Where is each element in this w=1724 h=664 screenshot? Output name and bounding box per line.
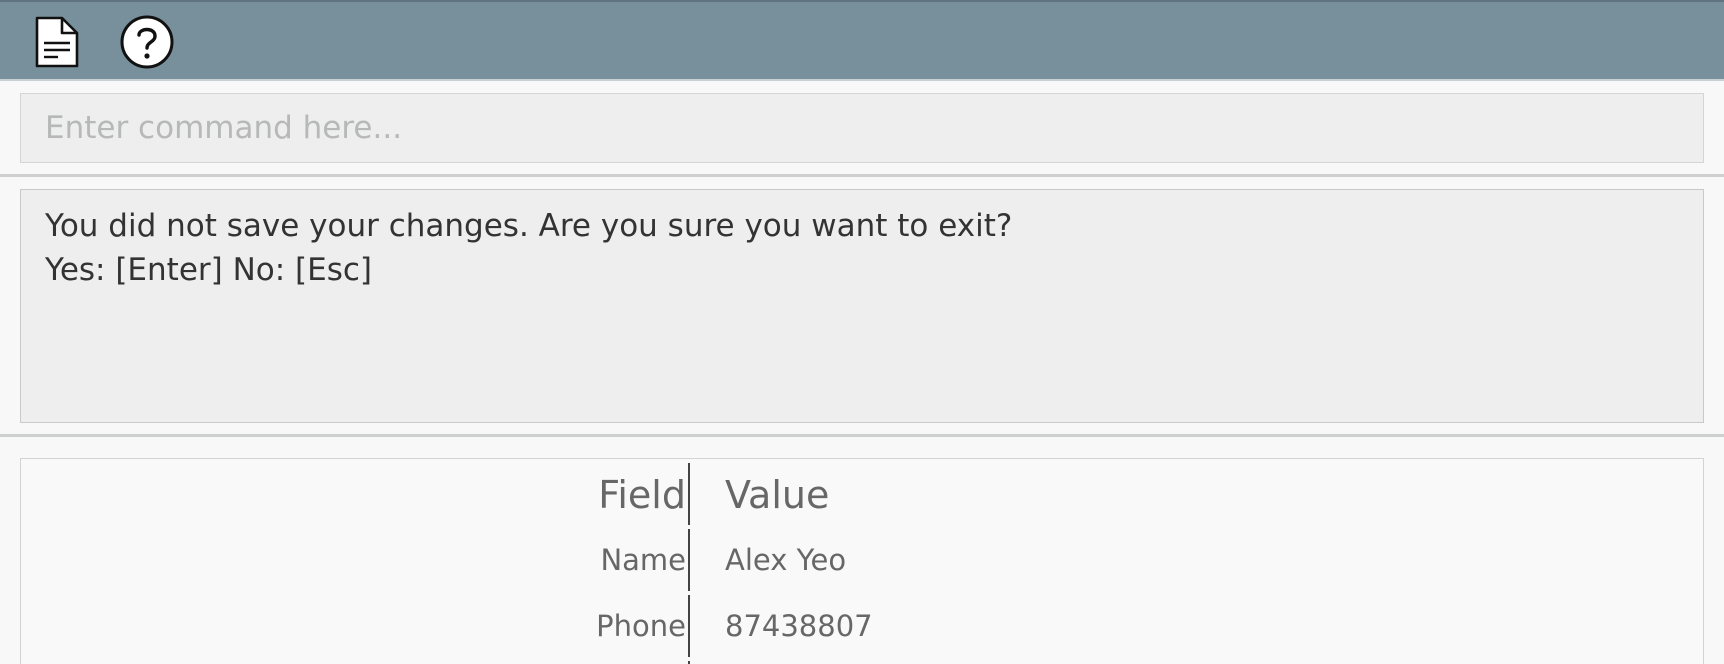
result-display: You did not save your changes. Are you s… bbox=[20, 189, 1704, 423]
app-window: You did not save your changes. Are you s… bbox=[0, 0, 1724, 664]
column-header-value: Value bbox=[725, 473, 830, 517]
command-box bbox=[20, 93, 1704, 163]
detail-table: Field Value Name Alex Yeo Phone 87438807 bbox=[20, 458, 1704, 664]
divider[interactable] bbox=[0, 434, 1724, 437]
divider[interactable] bbox=[0, 174, 1724, 177]
column-divider bbox=[688, 529, 690, 591]
column-header-field: Field bbox=[598, 473, 686, 517]
table-header-row: Field Value bbox=[21, 463, 1705, 525]
result-key-hint: Yes: [Enter] No: [Esc] bbox=[45, 252, 373, 288]
table-row: Name Alex Yeo bbox=[21, 529, 1705, 591]
toolbar bbox=[0, 0, 1724, 81]
help-question-icon[interactable] bbox=[118, 12, 176, 72]
command-input[interactable] bbox=[21, 94, 1703, 162]
table-row: Phone 87438807 bbox=[21, 595, 1705, 657]
field-cell: Phone bbox=[596, 609, 686, 643]
value-cell: 87438807 bbox=[725, 609, 873, 643]
result-message: You did not save your changes. Are you s… bbox=[45, 208, 1013, 244]
value-cell: Alex Yeo bbox=[725, 543, 847, 577]
column-divider bbox=[688, 595, 690, 657]
column-divider bbox=[688, 463, 690, 525]
file-document-icon[interactable] bbox=[28, 12, 86, 72]
field-cell: Name bbox=[600, 543, 686, 577]
